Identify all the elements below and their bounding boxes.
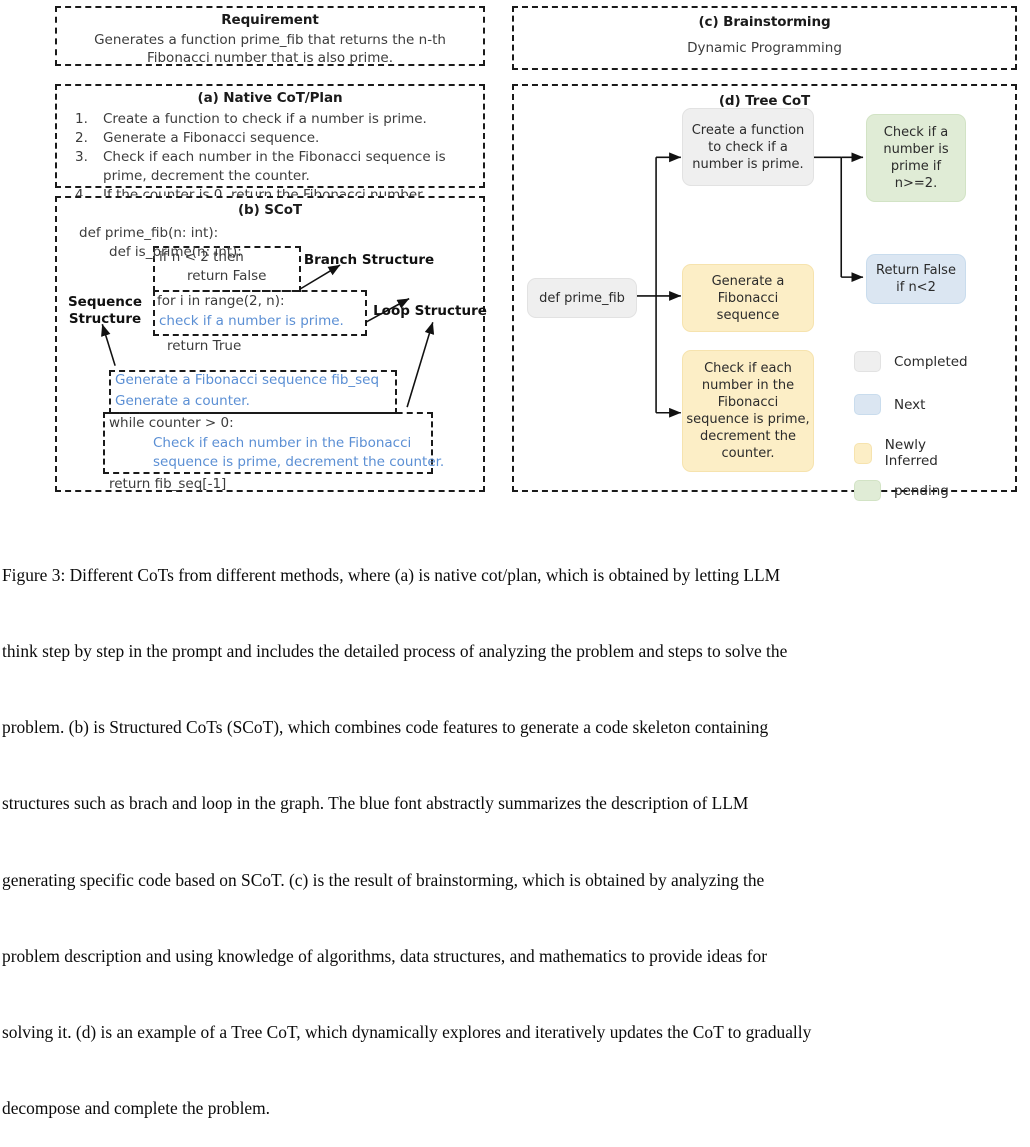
tree-cot-panel: (d) Tree CoT def prime_fib Create a func…: [512, 84, 1017, 501]
while-structure-arrow: [406, 321, 435, 408]
legend-label-next: Next: [894, 396, 926, 413]
caption-line-5: generating specific code based on SCoT. …: [2, 869, 765, 890]
code-line-return-fibseq: return fib_seq[-1]: [109, 476, 227, 492]
tree-node-generate-fibonacci[interactable]: Generate a Fibonacci sequence: [682, 264, 814, 332]
loop-structure-label: Loop Structure: [373, 303, 487, 319]
legend-row-next: Next: [854, 394, 925, 415]
requirement-body-line-1: Generates a function prime_fib that retu…: [94, 32, 446, 48]
caption-line-3: problem. (b) is Structured CoTs (SCoT), …: [2, 717, 769, 738]
tree-node-return-false[interactable]: Return False if n<2: [866, 254, 966, 304]
step-number: 3.: [75, 149, 88, 165]
legend-row-newly-inferred: Newly Inferred: [854, 437, 947, 469]
native-cot-step-list: 1. Create a function to check if a numbe…: [57, 110, 483, 205]
code-line-def-prime-fib: def prime_fib(n: int):: [79, 225, 219, 241]
branch-structure-label: Branch Structure: [303, 252, 435, 268]
brainstorming-panel: (c) Brainstorming Dynamic Programming: [512, 6, 1017, 70]
legend-swatch-completed: [854, 351, 881, 372]
legend-row-completed: Completed: [854, 351, 968, 372]
scot-panel: (b) SCoT def prime_fib(n: int): def is_p…: [55, 196, 487, 492]
code-line-return-true: return True: [167, 338, 242, 354]
tree-node-check-if-prime[interactable]: Check if a number is prime if n>=2.: [866, 114, 966, 202]
code-line-return-false: return False: [187, 268, 267, 284]
legend-label-pending: pending: [894, 482, 949, 499]
legend-label-newly-inferred: Newly Inferred: [884, 437, 938, 469]
step-number: 1.: [75, 111, 88, 127]
step-number: 2.: [75, 130, 88, 146]
legend-swatch-newly-inferred: [854, 442, 872, 464]
sequence-structure-arrow: [101, 323, 116, 366]
legend-label-completed: Completed: [894, 353, 968, 370]
code-line-check-prime: check if a number is prime.: [159, 313, 344, 329]
caption-line-2: think step by step in the prompt and inc…: [2, 641, 788, 662]
tree-node-def-prime-fib[interactable]: def prime_fib: [527, 278, 637, 318]
requirement-body-line-2: Fibonacci number that is also prime.: [146, 50, 394, 66]
caption-line-4: structures such as brach and loop in the…: [2, 793, 749, 814]
code-line-gen-counter: Generate a counter.: [115, 393, 250, 409]
sequence-structure-label-line-1: Sequence: [67, 294, 143, 310]
brainstorming-title: (c) Brainstorming: [698, 14, 831, 30]
sequence-structure-label-line-2: Structure: [68, 311, 142, 327]
list-item: 1. Create a function to check if a numbe…: [57, 110, 483, 129]
code-line-check-each-2: sequence is prime, decrement the counter…: [153, 454, 445, 470]
figure-3-diagram: Requirement Generates a function prime_f…: [0, 0, 1030, 501]
legend-row-pending: pending: [854, 480, 949, 501]
code-line-for-i: for i in range(2, n):: [157, 293, 285, 309]
requirement-title: Requirement: [221, 12, 319, 28]
list-item: 2. Generate a Fibonacci sequence.: [57, 129, 483, 148]
code-line-gen-fib-seq: Generate a Fibonacci sequence fib_seq: [115, 372, 380, 388]
native-cot-title: (a) Native CoT/Plan: [197, 90, 343, 106]
tree-node-check-each-number[interactable]: Check if each number in the Fibonacci se…: [682, 350, 814, 472]
caption-line-7: solving it. (d) is an example of a Tree …: [2, 1022, 812, 1043]
figure-caption: Figure 3: Different CoTs from different …: [2, 512, 1030, 1147]
code-line-while-counter: while counter > 0:: [109, 415, 234, 431]
caption-line-1: Figure 3: Different CoTs from different …: [2, 564, 781, 585]
code-line-check-each-1: Check if each number in the Fibonacci: [153, 435, 412, 451]
caption-line-6: problem description and using knowledge …: [2, 945, 767, 966]
step-text: Generate a Fibonacci sequence.: [103, 130, 320, 146]
step-text: Create a function to check if a number i…: [103, 111, 427, 127]
list-item: 3. Check if each number in the Fibonacci…: [57, 148, 483, 186]
step-text: Check if each number in the Fibonacci se…: [103, 149, 446, 184]
native-cot-panel: (a) Native CoT/Plan 1. Create a function…: [55, 84, 485, 203]
tree-cot-title: (d) Tree CoT: [718, 93, 811, 109]
sequence-structure-label: Sequence Structure: [57, 294, 153, 328]
legend-swatch-pending: [854, 480, 881, 501]
requirement-panel: Requirement Generates a function prime_f…: [55, 6, 485, 66]
brainstorming-body: Dynamic Programming: [687, 40, 842, 56]
legend-swatch-next: [854, 394, 881, 415]
code-line-if-n-lt-2: if n < 2 then: [159, 249, 244, 265]
scot-title: (b) SCoT: [237, 202, 303, 218]
tree-node-create-function[interactable]: Create a function to check if a number i…: [682, 108, 814, 186]
caption-line-8: decompose and complete the problem.: [2, 1098, 271, 1119]
